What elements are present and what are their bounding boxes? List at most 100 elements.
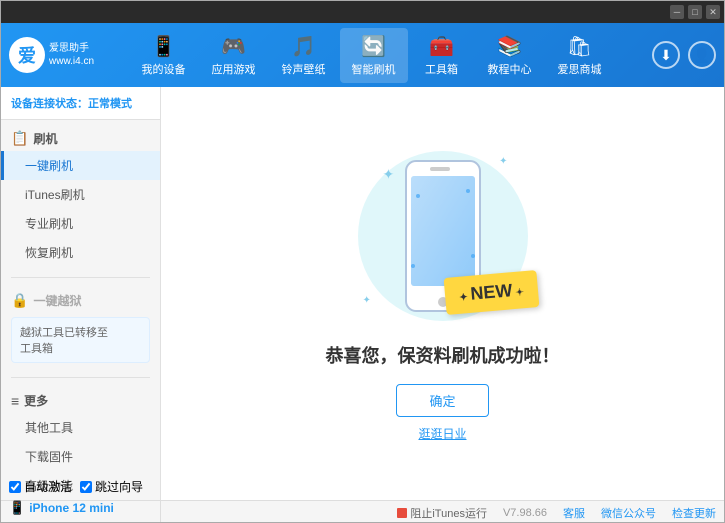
status-left-content: 自动激活 跳过向导 📱 iPhone 12 mini 64GB Down-12m… bbox=[9, 476, 152, 523]
wechat-link[interactable]: 微信公众号 bbox=[601, 505, 656, 521]
app-wrapper: ─ □ ✕ 爱 爱思助手 www.i4.cn 📱 我的设备 🎮 应用游戏 🎵 bbox=[0, 0, 725, 523]
download-button[interactable]: ⬇ bbox=[652, 41, 680, 69]
flash-section: 📋 刷机 一键刷机 iTunes刷机 专业刷机 恢复刷机 bbox=[1, 120, 160, 273]
divider-2 bbox=[11, 377, 150, 378]
sparkle-2: ✦ bbox=[499, 156, 507, 167]
nav-items: 📱 我的设备 🎮 应用游戏 🎵 铃声壁纸 🔄 智能刷机 🧰 工具箱 📚 bbox=[99, 28, 644, 83]
apps-icon: 🎮 bbox=[221, 34, 246, 59]
jailbreak-title: 一键越狱 bbox=[33, 292, 81, 309]
content-area: ✦ ✦ ✦ NEW 恭喜您，保资料刷机成功啦！ 确定 逛逛日业 bbox=[161, 87, 724, 500]
status-label: 设备连接状态： bbox=[11, 98, 88, 110]
jailbreak-section-title: 🔒 一键越狱 bbox=[1, 288, 160, 313]
maximize-button[interactable]: □ bbox=[688, 5, 702, 19]
user-button[interactable]: 👤 bbox=[688, 41, 716, 69]
sidebar-item-download-fw[interactable]: 下载固件 bbox=[1, 442, 160, 471]
jailbreak-icon: 🔒 bbox=[11, 292, 28, 309]
skip-wizard-checkbox[interactable]: 跳过向导 bbox=[80, 478, 143, 495]
action-buttons: 确定 逛逛日业 bbox=[396, 384, 488, 442]
more-title: 更多 bbox=[24, 392, 48, 409]
device-details: 64GB bbox=[9, 519, 152, 523]
sparkle-3: ✦ bbox=[363, 295, 371, 306]
auto-connect-input[interactable] bbox=[9, 481, 21, 493]
skip-wizard-label: 跳过向导 bbox=[95, 478, 143, 495]
logo-icon: 爱 bbox=[9, 37, 45, 73]
shop-link[interactable]: 逛逛日业 bbox=[418, 425, 466, 442]
my-device-icon: 📱 bbox=[151, 34, 176, 59]
divider-1 bbox=[11, 277, 150, 278]
close-button[interactable]: ✕ bbox=[706, 5, 720, 19]
nav-toolbox[interactable]: 🧰 工具箱 bbox=[410, 28, 474, 83]
sidebar-item-other-tools[interactable]: 其他工具 bbox=[1, 413, 160, 442]
status-center-right: 阻止iTunes运行 V7.98.66 客服 微信公众号 检查更新 bbox=[161, 505, 724, 521]
title-bar-controls: ─ □ ✕ bbox=[670, 5, 720, 19]
more-icon: ≡ bbox=[11, 393, 19, 409]
logo-area: 爱 爱思助手 www.i4.cn bbox=[9, 37, 99, 73]
phone-badge-wrapper: ✦ ✦ ✦ NEW bbox=[353, 146, 533, 326]
ringtone-label: 铃声壁纸 bbox=[282, 61, 326, 77]
nav-smart-flash[interactable]: 🔄 智能刷机 bbox=[340, 28, 408, 83]
restore-label: 恢复刷机 bbox=[25, 246, 73, 260]
version-text: V7.98.66 bbox=[503, 507, 547, 519]
sparkle-1: ✦ bbox=[383, 166, 395, 183]
sidebar-item-one-click[interactable]: 一键刷机 bbox=[1, 151, 160, 180]
smart-flash-icon: 🔄 bbox=[361, 34, 386, 59]
nav-tutorial[interactable]: 📚 教程中心 bbox=[476, 28, 544, 83]
app-name: 爱思助手 bbox=[49, 42, 94, 55]
sidebar: 设备连接状态：正常模式 📋 刷机 一键刷机 iTunes刷机 专业刷机 bbox=[1, 87, 161, 500]
support-link[interactable]: 客服 bbox=[563, 505, 585, 521]
itunes-label: iTunes刷机 bbox=[25, 188, 85, 202]
ringtone-icon: 🎵 bbox=[291, 34, 316, 59]
flash-section-title: 📋 刷机 bbox=[1, 126, 160, 151]
new-badge: NEW bbox=[443, 270, 539, 315]
skip-wizard-input[interactable] bbox=[80, 481, 92, 493]
nav-mall[interactable]: 🛍 爱思商城 bbox=[546, 28, 614, 83]
app-website: www.i4.cn bbox=[49, 55, 94, 68]
confirm-button[interactable]: 确定 bbox=[396, 384, 488, 417]
main-layout: 设备连接状态：正常模式 📋 刷机 一键刷机 iTunes刷机 专业刷机 bbox=[1, 87, 724, 500]
sidebar-item-restore[interactable]: 恢复刷机 bbox=[1, 238, 160, 267]
nav-ringtone[interactable]: 🎵 铃声壁纸 bbox=[270, 28, 338, 83]
jailbreak-notice: 越狱工具已转移至工具箱 bbox=[11, 317, 150, 363]
success-text: 恭喜您，保资料刷机成功啦！ bbox=[326, 342, 560, 368]
device-phone-icon: 📱 bbox=[9, 500, 25, 516]
tutorial-icon: 📚 bbox=[497, 34, 522, 59]
nav-my-device[interactable]: 📱 我的设备 bbox=[130, 28, 198, 83]
flash-title: 刷机 bbox=[33, 130, 57, 147]
mall-icon: 🛍 bbox=[567, 34, 592, 59]
flash-section-icon: 📋 bbox=[11, 130, 28, 147]
other-tools-label: 其他工具 bbox=[25, 421, 73, 435]
title-bar: ─ □ ✕ bbox=[1, 1, 724, 23]
itunes-stop[interactable]: 阻止iTunes运行 bbox=[397, 505, 487, 521]
download-fw-label: 下载固件 bbox=[25, 450, 73, 464]
pro-label: 专业刷机 bbox=[25, 217, 73, 231]
connection-status: 设备连接状态：正常模式 bbox=[1, 87, 160, 120]
checkboxes-row: 自动激活 跳过向导 bbox=[9, 476, 152, 497]
device-name: iPhone 12 mini bbox=[29, 501, 114, 515]
nav-right: ⬇ 👤 bbox=[652, 41, 716, 69]
status-strip: 自动激活 跳过向导 📱 iPhone 12 mini 64GB Down-12m… bbox=[1, 500, 724, 523]
auto-connect-checkbox[interactable]: 自动激活 bbox=[9, 478, 72, 495]
jailbreak-section: 🔒 一键越狱 越狱工具已转移至工具箱 bbox=[1, 282, 160, 373]
jailbreak-notice-text: 越狱工具已转移至工具箱 bbox=[20, 327, 108, 355]
nav-apps-games[interactable]: 🎮 应用游戏 bbox=[200, 28, 268, 83]
top-nav: 爱 爱思助手 www.i4.cn 📱 我的设备 🎮 应用游戏 🎵 铃声壁纸 🔄 … bbox=[1, 23, 724, 87]
minimize-button[interactable]: ─ bbox=[670, 5, 684, 19]
toolbox-label: 工具箱 bbox=[425, 61, 458, 77]
tutorial-label: 教程中心 bbox=[488, 61, 532, 77]
auto-connect-label: 自动激活 bbox=[24, 478, 72, 495]
device-info-row: 📱 iPhone 12 mini bbox=[9, 499, 152, 517]
itunes-stop-label: 阻止iTunes运行 bbox=[410, 505, 487, 521]
logo-text: 爱思助手 www.i4.cn bbox=[49, 42, 94, 68]
apps-label: 应用游戏 bbox=[212, 61, 256, 77]
stop-icon bbox=[397, 508, 407, 518]
my-device-label: 我的设备 bbox=[142, 61, 186, 77]
mall-label: 爱思商城 bbox=[558, 61, 602, 77]
toolbox-icon: 🧰 bbox=[429, 34, 454, 59]
check-update-link[interactable]: 检查更新 bbox=[672, 505, 716, 521]
more-section-title: ≡ 更多 bbox=[1, 388, 160, 413]
status-left: 自动激活 跳过向导 📱 iPhone 12 mini 64GB Down-12m… bbox=[1, 501, 161, 523]
status-value: 正常模式 bbox=[88, 98, 132, 110]
sidebar-item-pro[interactable]: 专业刷机 bbox=[1, 209, 160, 238]
sidebar-item-itunes[interactable]: iTunes刷机 bbox=[1, 180, 160, 209]
smart-flash-label: 智能刷机 bbox=[352, 61, 396, 77]
